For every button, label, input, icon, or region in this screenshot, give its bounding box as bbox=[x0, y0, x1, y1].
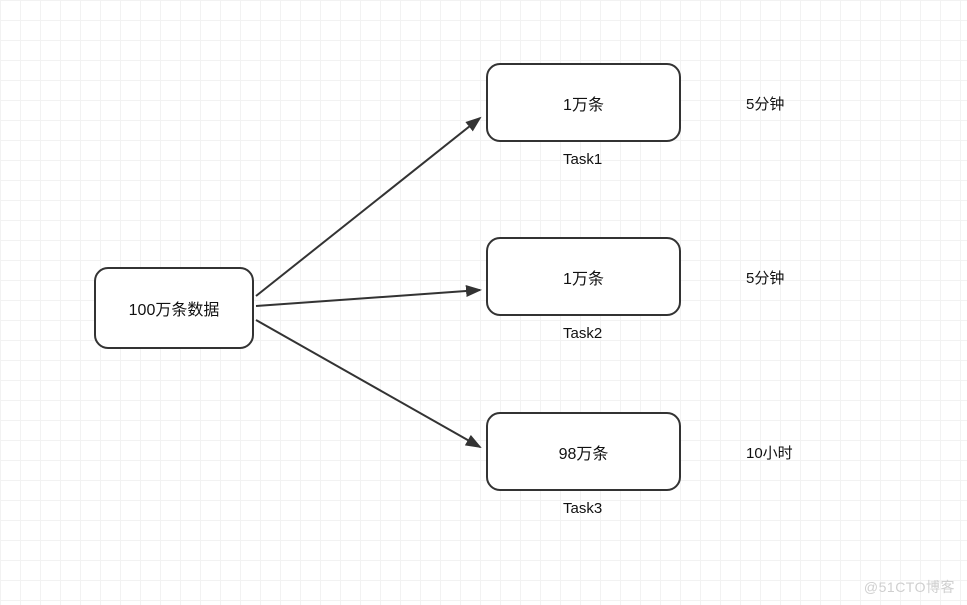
source-label: 100万条数据 bbox=[129, 296, 220, 320]
task3-time: 10小时 bbox=[746, 442, 793, 463]
task1-node: 1万条 bbox=[486, 63, 681, 142]
task3-name: Task3 bbox=[563, 500, 602, 517]
task2-node: 1万条 bbox=[486, 237, 681, 316]
task3-node: 98万条 bbox=[486, 412, 681, 491]
task1-name: Task1 bbox=[563, 151, 602, 168]
watermark: @51CTO博客 bbox=[864, 577, 955, 597]
source-node: 100万条数据 bbox=[94, 267, 254, 349]
arrow-to-task3 bbox=[256, 320, 480, 447]
task2-box-label: 1万条 bbox=[563, 265, 604, 289]
task2-time: 5分钟 bbox=[746, 267, 784, 288]
task1-time: 5分钟 bbox=[746, 93, 784, 114]
task3-box-label: 98万条 bbox=[559, 440, 609, 464]
task2-name: Task2 bbox=[563, 325, 602, 342]
task1-box-label: 1万条 bbox=[563, 91, 604, 115]
arrow-to-task2 bbox=[256, 290, 480, 306]
arrow-to-task1 bbox=[256, 118, 480, 296]
